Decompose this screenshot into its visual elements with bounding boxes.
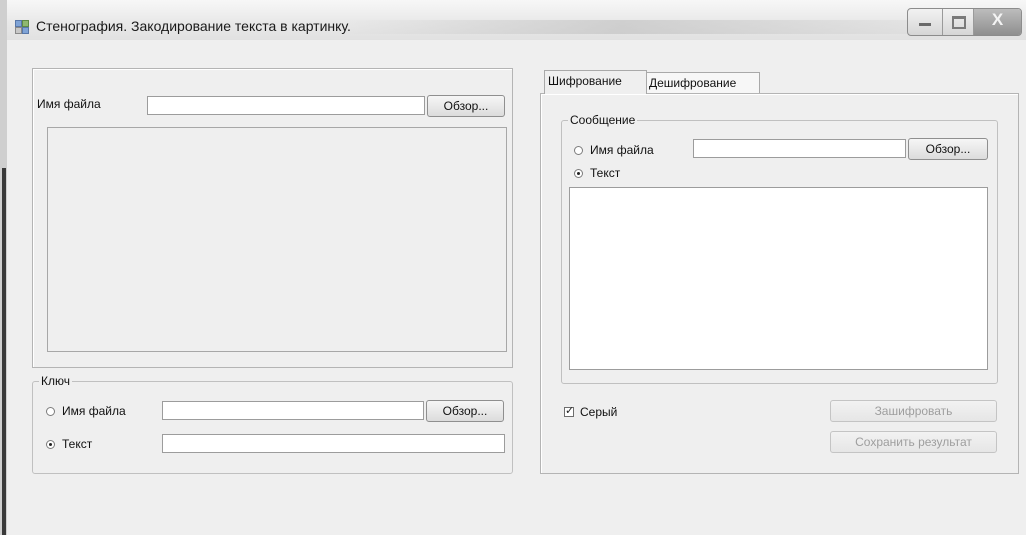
radio-checked-icon — [46, 439, 55, 449]
encrypt-button[interactable]: Зашифровать — [830, 400, 997, 422]
message-radio-text[interactable]: Текст — [574, 166, 620, 180]
image-preview-box — [47, 127, 507, 352]
window-title: Стенография. Закодирование текста в карт… — [36, 18, 351, 34]
key-file-input[interactable] — [162, 401, 424, 420]
title-bar-background-shadow — [337, 20, 907, 34]
grey-checkbox[interactable]: Серый — [564, 404, 618, 419]
key-text-input[interactable] — [162, 434, 505, 453]
key-browse-button[interactable]: Обзор... — [426, 400, 504, 422]
checkbox-checked-icon — [564, 404, 574, 417]
key-group-title: Ключ — [39, 374, 72, 388]
window-left-shadow — [2, 168, 6, 535]
message-radio-file-label: Имя файла — [590, 143, 654, 157]
message-text-area[interactable] — [569, 187, 988, 370]
key-radio-file-label: Имя файла — [62, 404, 126, 418]
message-group-title: Сообщение — [568, 113, 638, 127]
tab-encrypt-label: Шифрование — [548, 74, 622, 88]
close-icon[interactable]: X — [974, 9, 1021, 35]
image-browse-button[interactable]: Обзор... — [427, 95, 505, 117]
image-filename-input[interactable] — [147, 96, 425, 115]
tab-decrypt-label: Дешифрование — [649, 76, 737, 90]
save-result-button[interactable]: Сохранить результат — [830, 431, 997, 453]
message-radio-text-label: Текст — [590, 166, 621, 180]
tab-decrypt[interactable]: Дешифрование — [645, 72, 760, 93]
image-filename-label: Имя файла — [37, 97, 101, 111]
image-panel: Имя файла Обзор... — [32, 68, 513, 368]
grey-checkbox-label: Серый — [580, 405, 618, 419]
key-radio-file[interactable]: Имя файла — [46, 404, 126, 418]
message-groupbox: Сообщение Имя файла Обзор... Текст — [561, 113, 998, 384]
app-icon[interactable] — [15, 20, 29, 34]
title-bar[interactable]: Стенография. Закодирование текста в карт… — [7, 0, 1026, 40]
message-file-input[interactable] — [693, 139, 906, 158]
radio-unchecked-icon — [46, 406, 55, 416]
tab-page-encrypt: Сообщение Имя файла Обзор... Текст Серый… — [540, 93, 1019, 474]
minimize-icon[interactable] — [908, 9, 943, 35]
key-groupbox: Ключ Имя файла Обзор... Текст — [32, 374, 513, 474]
message-browse-button[interactable]: Обзор... — [908, 138, 988, 160]
close-glyph: X — [991, 10, 1004, 29]
app-window: Стенография. Закодирование текста в карт… — [7, 0, 1026, 535]
key-radio-text[interactable]: Текст — [46, 437, 92, 451]
window-left-edge — [0, 0, 7, 535]
radio-unchecked-icon — [574, 145, 583, 155]
window-controls: X — [907, 8, 1022, 36]
radio-checked-icon — [574, 168, 583, 178]
key-radio-text-label: Текст — [62, 437, 93, 451]
maximize-icon[interactable] — [943, 9, 974, 35]
tab-encrypt[interactable]: Шифрование — [544, 70, 647, 94]
message-radio-file[interactable]: Имя файла — [574, 143, 654, 157]
